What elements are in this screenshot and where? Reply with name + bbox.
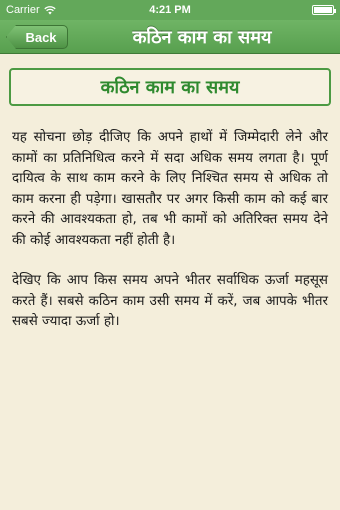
article-content: कठिन काम का समय यह सोचना छोड़ दीजिए कि अ… <box>0 54 340 510</box>
navigation-bar: Back कठिन काम का समय <box>0 20 340 54</box>
article-heading: कठिन काम का समय <box>9 68 331 106</box>
battery-icon <box>312 5 336 15</box>
status-left: Carrier <box>6 4 56 16</box>
carrier-label: Carrier <box>6 4 40 16</box>
article-paragraph-2: देखिए कि आप किस समय अपने भीतर सर्वाधिक ऊ… <box>12 273 328 329</box>
article-paragraph-1: यह सोचना छोड़ दीजिए कि अपने हाथों में जि… <box>12 130 328 248</box>
status-bar: Carrier 4:21 PM <box>0 0 340 20</box>
back-button[interactable]: Back <box>6 25 68 49</box>
wifi-icon <box>43 5 56 14</box>
battery-fill <box>314 7 332 13</box>
nav-title: कठिन काम का समय <box>132 27 272 48</box>
